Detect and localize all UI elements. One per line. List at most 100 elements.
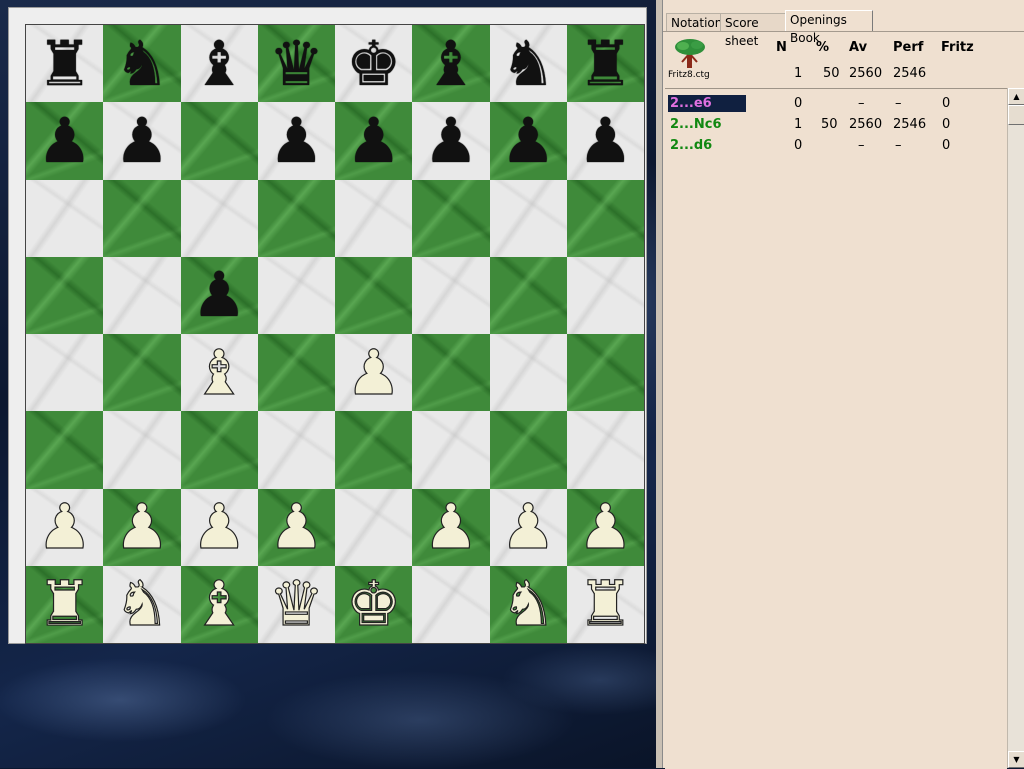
chess-board[interactable]: ♜ ♞ ♝ ♛ ♚ ♝ ♞ ♜ ♟ ♟ ♟ ♟ ♟ ♟ ♟ ♟ ♝ ♟ ♟ ♟ ♟ ♟ ♟ ♟ ♟ ♜ ♞ ♝ ♛ ♚ ♞ ♜: [25, 24, 645, 644]
square[interactable]: [412, 179, 490, 257]
move-label[interactable]: 2...e6: [668, 95, 746, 112]
black-pawn-piece[interactable]: ♟: [500, 109, 556, 172]
black-pawn-piece[interactable]: ♟: [191, 264, 247, 326]
list-item[interactable]: 2...e6 0 – – 0: [665, 95, 1007, 115]
square[interactable]: ♝: [180, 334, 258, 412]
tab-openings-book[interactable]: Openings Book: [785, 10, 873, 45]
square[interactable]: ♟: [26, 102, 104, 180]
square[interactable]: [180, 102, 258, 180]
square[interactable]: ♜: [566, 25, 644, 103]
white-pawn-piece[interactable]: ♟: [422, 495, 479, 558]
white-rook-piece[interactable]: ♜: [577, 572, 634, 635]
black-knight-piece[interactable]: ♞: [114, 32, 170, 95]
white-knight-piece[interactable]: ♞: [113, 572, 170, 635]
vertical-scrollbar[interactable]: ▲ ▼: [1007, 88, 1024, 768]
square[interactable]: ♞: [489, 565, 567, 643]
square[interactable]: [103, 411, 181, 489]
black-pawn-piece[interactable]: ♟: [37, 109, 93, 172]
book-moves-list[interactable]: 2...e6 0 – – 0 2...Nc6 1 50 2560 2546 0 …: [665, 88, 1007, 769]
black-pawn-piece[interactable]: ♟: [114, 109, 170, 172]
square[interactable]: [26, 411, 104, 489]
white-pawn-piece[interactable]: ♟: [500, 495, 557, 558]
black-pawn-piece[interactable]: ♟: [423, 109, 479, 172]
square[interactable]: [180, 411, 258, 489]
square[interactable]: ♟: [412, 102, 490, 180]
square[interactable]: ♜: [26, 25, 104, 103]
square[interactable]: [489, 411, 567, 489]
square[interactable]: ♟: [180, 488, 258, 566]
square[interactable]: [566, 256, 644, 334]
square[interactable]: [566, 179, 644, 257]
white-bishop-piece[interactable]: ♝: [191, 341, 248, 404]
col-header-n[interactable]: N: [776, 40, 787, 55]
black-queen-piece[interactable]: ♛: [269, 32, 325, 95]
square[interactable]: ♜: [26, 565, 104, 643]
square[interactable]: [257, 334, 335, 412]
move-label[interactable]: 2...Nc6: [668, 116, 724, 133]
square[interactable]: [412, 334, 490, 412]
square[interactable]: ♞: [103, 25, 181, 103]
square[interactable]: ♟: [566, 488, 644, 566]
square[interactable]: ♞: [103, 565, 181, 643]
square[interactable]: ♟: [26, 488, 104, 566]
square[interactable]: [257, 179, 335, 257]
square[interactable]: [489, 179, 567, 257]
square[interactable]: ♚: [335, 565, 413, 643]
tree-icon[interactable]: [673, 38, 707, 70]
black-pawn-piece[interactable]: ♟: [578, 109, 634, 172]
tab-notation[interactable]: Notation: [666, 13, 722, 31]
square[interactable]: ♞: [489, 25, 567, 103]
col-header-av[interactable]: Av: [849, 40, 867, 55]
black-bishop-piece[interactable]: ♝: [191, 32, 247, 95]
square[interactable]: [26, 179, 104, 257]
black-pawn-piece[interactable]: ♟: [269, 109, 325, 172]
square[interactable]: [489, 256, 567, 334]
square[interactable]: [489, 334, 567, 412]
square[interactable]: ♟: [566, 102, 644, 180]
square[interactable]: [412, 256, 490, 334]
square[interactable]: ♟: [412, 488, 490, 566]
square[interactable]: ♛: [257, 25, 335, 103]
square[interactable]: ♟: [489, 488, 567, 566]
square[interactable]: [103, 179, 181, 257]
scroll-up-button[interactable]: ▲: [1008, 88, 1024, 105]
square[interactable]: [335, 411, 413, 489]
square[interactable]: [335, 488, 413, 566]
square[interactable]: ♛: [257, 565, 335, 643]
square[interactable]: [566, 411, 644, 489]
move-label[interactable]: 2...d6: [668, 137, 714, 154]
square[interactable]: ♝: [412, 25, 490, 103]
square[interactable]: ♚: [335, 25, 413, 103]
square[interactable]: [412, 411, 490, 489]
square[interactable]: [26, 334, 104, 412]
black-pawn-piece[interactable]: ♟: [346, 109, 402, 172]
list-item[interactable]: 2...d6 0 – – 0: [665, 137, 1007, 157]
square[interactable]: ♝: [180, 565, 258, 643]
black-knight-piece[interactable]: ♞: [500, 32, 556, 95]
black-king-piece[interactable]: ♚: [346, 32, 402, 95]
white-knight-piece[interactable]: ♞: [500, 572, 557, 635]
col-header-fritz[interactable]: Fritz: [941, 40, 974, 55]
white-pawn-piece[interactable]: ♟: [268, 495, 325, 558]
list-item[interactable]: 2...Nc6 1 50 2560 2546 0: [665, 116, 1007, 136]
square[interactable]: ♟: [335, 334, 413, 412]
square[interactable]: [412, 565, 490, 643]
white-pawn-piece[interactable]: ♟: [345, 341, 402, 404]
square[interactable]: [180, 179, 258, 257]
white-pawn-piece[interactable]: ♟: [113, 495, 170, 558]
white-king-piece[interactable]: ♚: [345, 572, 402, 635]
square[interactable]: ♟: [103, 102, 181, 180]
square[interactable]: ♜: [566, 565, 644, 643]
col-header-perf[interactable]: Perf: [893, 40, 923, 55]
white-rook-piece[interactable]: ♜: [36, 572, 93, 635]
col-header-percent[interactable]: %: [816, 40, 829, 55]
black-bishop-piece[interactable]: ♝: [423, 32, 479, 95]
square[interactable]: ♟: [180, 256, 258, 334]
square[interactable]: ♟: [257, 488, 335, 566]
square[interactable]: ♟: [103, 488, 181, 566]
black-rook-piece[interactable]: ♜: [578, 32, 634, 95]
white-bishop-piece[interactable]: ♝: [191, 572, 248, 635]
square[interactable]: [103, 256, 181, 334]
square[interactable]: [26, 256, 104, 334]
tab-score-sheet[interactable]: Score sheet: [720, 13, 786, 48]
